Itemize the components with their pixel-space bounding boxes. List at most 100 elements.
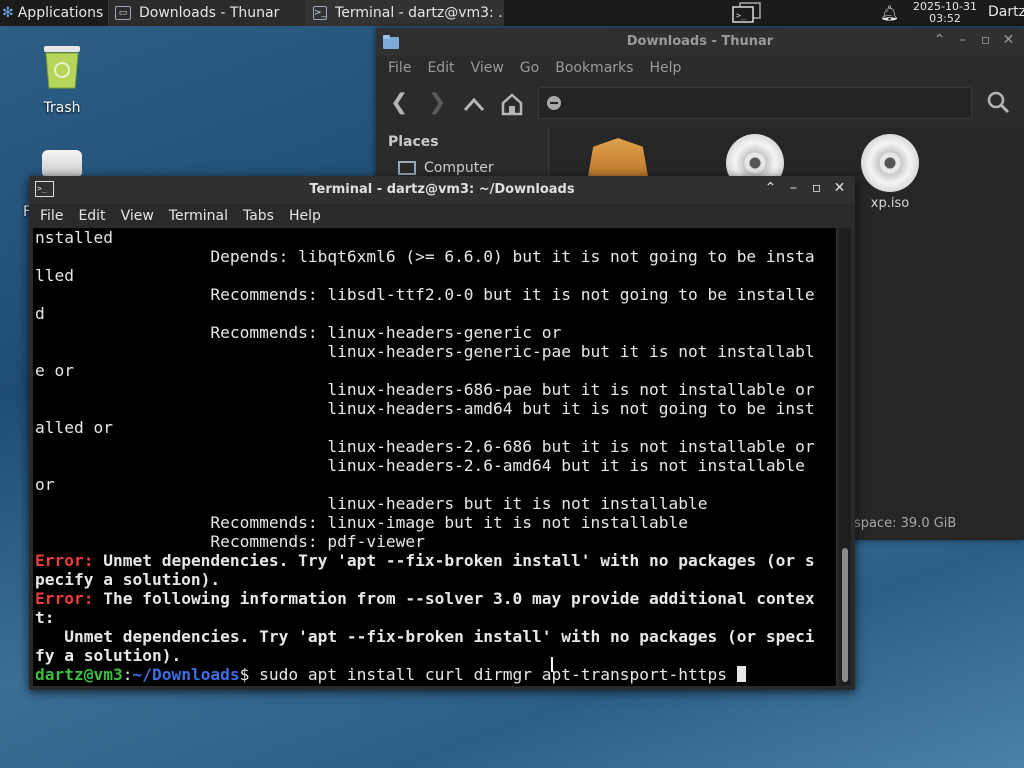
mouse-ibeam-cursor-icon: I xyxy=(549,653,555,677)
thunar-statusbar: space: 39.0 GiB xyxy=(854,516,957,531)
terminal-line: Recommends: pdf-viewer xyxy=(35,532,425,551)
clock[interactable]: 2025-10-31 03:52 xyxy=(910,1,980,25)
menu-bookmarks[interactable]: Bookmarks xyxy=(555,60,633,76)
error-label: Error: xyxy=(35,589,94,608)
error-message: pecify a solution). xyxy=(35,570,221,589)
menu-help[interactable]: Help xyxy=(649,60,681,76)
command-input[interactable]: sudo apt install curl dirmgr apt-transpo… xyxy=(249,665,736,684)
menu-go[interactable]: Go xyxy=(520,60,539,76)
info-message: Unmet dependencies. Try 'apt --fix-broke… xyxy=(35,627,815,646)
location-bar[interactable] xyxy=(538,87,972,119)
menu-file[interactable]: File xyxy=(388,60,411,76)
scrollbar-thumb[interactable] xyxy=(842,548,848,682)
thunar-title: Downloads - Thunar xyxy=(626,34,774,49)
prompt-separator: : xyxy=(122,665,133,684)
xfce-logo-icon: ✻ xyxy=(2,5,14,21)
menu-terminal[interactable]: Terminal xyxy=(169,208,228,224)
terminal-scrollbar[interactable] xyxy=(839,228,851,686)
terminal-line: lled xyxy=(35,266,74,285)
taskbar-item-terminal[interactable]: >_ Terminal - dartz@vm3: ... xyxy=(306,0,504,26)
terminal-line: alled or xyxy=(35,418,113,437)
desktop-icon-label: Trash xyxy=(43,100,81,116)
terminal-line: linux-headers-amd64 but it is not going … xyxy=(35,399,815,418)
close-button[interactable]: ✕ xyxy=(1001,32,1016,48)
terminal-line: d xyxy=(35,304,45,323)
terminal-line: linux-headers-686-pae but it is not inst… xyxy=(35,380,815,399)
terminal-title: Terminal - dartz@vm3: ~/Downloads xyxy=(309,182,575,197)
parent-folder-icon[interactable] xyxy=(462,94,486,114)
prompt-dollar: $ xyxy=(239,665,250,684)
menu-tabs[interactable]: Tabs xyxy=(243,208,274,224)
error-message: Unmet dependencies. Try 'apt --fix-broke… xyxy=(93,551,815,570)
applications-menu-button[interactable]: ✻ Applications xyxy=(0,0,108,26)
menu-help[interactable]: Help xyxy=(289,208,321,224)
terminal-line: linux-headers-2.6-amd64 but it is not in… xyxy=(35,456,805,475)
terminal-line: Recommends: linux-headers-generic or xyxy=(35,323,562,342)
minimize-button[interactable]: – xyxy=(955,32,970,48)
menu-view[interactable]: View xyxy=(121,208,154,224)
places-heading: Places xyxy=(388,134,439,150)
terminal-line: Recommends: libsdl-ttf2.0-0 but it is no… xyxy=(35,285,815,304)
terminal-line: linux-headers-generic-pae but it is not … xyxy=(35,342,815,361)
menu-edit[interactable]: Edit xyxy=(427,60,454,76)
clock-time: 03:52 xyxy=(929,12,961,25)
terminal-titlebar[interactable]: >_ Terminal - dartz@vm3: ~/Downloads ⌃ –… xyxy=(29,176,855,204)
desktop-icon-trash[interactable]: Trash xyxy=(27,44,97,116)
file-item[interactable] xyxy=(578,128,658,182)
computer-icon xyxy=(398,161,416,175)
error-message: t: xyxy=(35,608,55,627)
terminal-line: or xyxy=(35,475,55,494)
home-icon[interactable] xyxy=(500,92,524,116)
menu-file[interactable]: File xyxy=(40,208,63,224)
terminal-line: Recommends: linux-image but it is not in… xyxy=(35,513,688,532)
terminal-line: e or xyxy=(35,361,74,380)
taskbar-label: Downloads - Thunar xyxy=(139,5,280,21)
terminal-menubar: File Edit View Terminal Tabs Help xyxy=(29,204,855,228)
maximize-button[interactable]: ▫ xyxy=(978,32,993,48)
thunar-titlebar[interactable]: Downloads - Thunar ⌃ – ▫ ✕ xyxy=(376,28,1024,56)
terminal-line: linux-headers but it is not installable xyxy=(35,494,708,513)
forward-arrow-icon[interactable]: ❯ xyxy=(428,90,446,115)
location-icon xyxy=(547,96,561,110)
info-message: fy a solution). xyxy=(35,646,182,665)
svg-text:>_: >_ xyxy=(736,11,746,20)
trash-icon xyxy=(44,46,80,89)
sidebar-item-computer[interactable]: Computer xyxy=(398,160,548,176)
drive-icon xyxy=(42,150,82,176)
prompt-user: dartz@vm3 xyxy=(35,665,123,684)
terminal-line: nstalled xyxy=(35,228,113,247)
maximize-button[interactable]: ▫ xyxy=(809,180,824,196)
minimize-button[interactable]: – xyxy=(786,180,801,196)
file-label: xp.iso xyxy=(870,196,910,211)
sidebar-item-label: Computer xyxy=(424,160,494,176)
taskbar-item-thunar[interactable]: ▭ Downloads - Thunar xyxy=(108,0,306,26)
maximize-up-icon[interactable]: ⌃ xyxy=(763,180,778,196)
terminal-window[interactable]: >_ Terminal - dartz@vm3: ~/Downloads ⌃ –… xyxy=(29,176,855,690)
taskbar-label: Terminal - dartz@vm3: ... xyxy=(335,5,504,21)
back-arrow-icon[interactable]: ❮ xyxy=(390,90,408,115)
search-icon[interactable] xyxy=(986,90,1010,114)
file-item-xp-iso[interactable]: xp.iso xyxy=(850,134,930,211)
maximize-up-icon[interactable]: ⌃ xyxy=(932,32,947,48)
error-label: Error: xyxy=(35,551,94,570)
menu-view[interactable]: View xyxy=(471,60,504,76)
terminal-output[interactable]: nstalled Depends: libqt6xml6 (>= 6.6.0) … xyxy=(33,228,836,686)
error-message: The following information from --solver … xyxy=(93,589,815,608)
menu-edit[interactable]: Edit xyxy=(78,208,105,224)
top-panel: ✻ Applications ▭ Downloads - Thunar >_ T… xyxy=(0,0,1024,26)
terminal-line: linux-headers-2.6-686 but it is not inst… xyxy=(35,437,815,456)
close-button[interactable]: ✕ xyxy=(832,180,847,196)
terminal-line: Depends: libqt6xml6 (>= 6.6.0) but it is… xyxy=(35,247,815,266)
terminal-window-icon: >_ xyxy=(313,6,328,20)
applications-label: Applications xyxy=(17,5,104,21)
user-menu[interactable]: Dartz xyxy=(988,4,1024,20)
folder-window-icon: ▭ xyxy=(115,6,131,20)
disc-icon xyxy=(861,134,919,192)
workspace-switcher-icon[interactable]: >_ xyxy=(730,2,764,24)
notification-bell-icon[interactable]: 🔔︎ xyxy=(880,4,899,22)
prompt-path: ~/Downloads xyxy=(132,665,240,684)
thunar-toolbar: ❮ ❯ xyxy=(376,80,1024,128)
text-cursor xyxy=(736,666,746,682)
thunar-menubar: File Edit View Go Bookmarks Help xyxy=(376,56,1024,80)
desktop-icon-drive[interactable]: F xyxy=(23,150,97,220)
